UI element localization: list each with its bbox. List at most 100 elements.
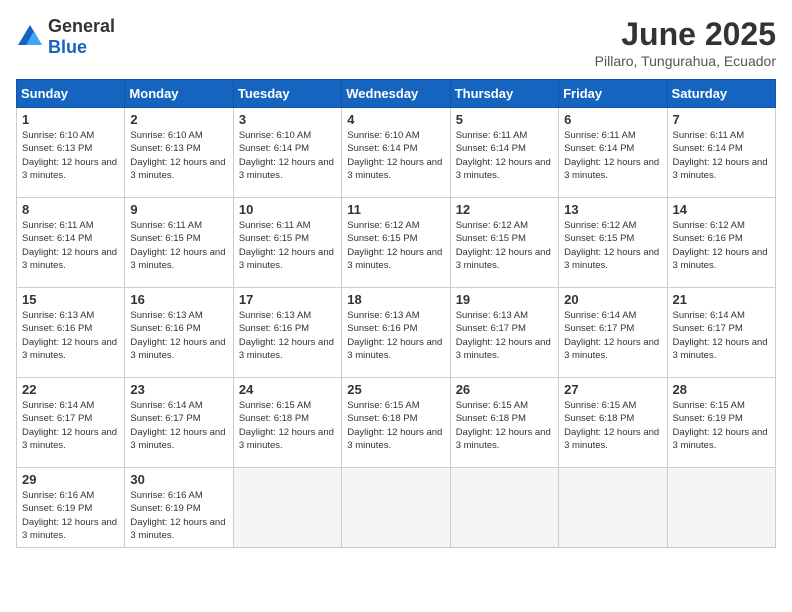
day-number: 17: [239, 292, 336, 307]
day-number: 22: [22, 382, 119, 397]
day-number: 15: [22, 292, 119, 307]
header-thursday: Thursday: [450, 80, 558, 108]
day-info: Sunrise: 6:14 AM Sunset: 6:17 PM Dayligh…: [22, 399, 119, 452]
table-row: 22 Sunrise: 6:14 AM Sunset: 6:17 PM Dayl…: [17, 378, 125, 468]
day-number: 10: [239, 202, 336, 217]
day-info: Sunrise: 6:11 AM Sunset: 6:14 PM Dayligh…: [673, 129, 770, 182]
day-info: Sunrise: 6:11 AM Sunset: 6:14 PM Dayligh…: [564, 129, 661, 182]
logo: General Blue: [16, 16, 115, 58]
day-number: 23: [130, 382, 227, 397]
calendar-table: Sunday Monday Tuesday Wednesday Thursday…: [16, 79, 776, 548]
table-row: 12 Sunrise: 6:12 AM Sunset: 6:15 PM Dayl…: [450, 198, 558, 288]
table-row: 20 Sunrise: 6:14 AM Sunset: 6:17 PM Dayl…: [559, 288, 667, 378]
day-number: 20: [564, 292, 661, 307]
table-row: 15 Sunrise: 6:13 AM Sunset: 6:16 PM Dayl…: [17, 288, 125, 378]
header-sunday: Sunday: [17, 80, 125, 108]
day-number: 3: [239, 112, 336, 127]
table-row: 2 Sunrise: 6:10 AM Sunset: 6:13 PM Dayli…: [125, 108, 233, 198]
table-row: 1 Sunrise: 6:10 AM Sunset: 6:13 PM Dayli…: [17, 108, 125, 198]
header-wednesday: Wednesday: [342, 80, 450, 108]
day-info: Sunrise: 6:14 AM Sunset: 6:17 PM Dayligh…: [564, 309, 661, 362]
table-row: 18 Sunrise: 6:13 AM Sunset: 6:16 PM Dayl…: [342, 288, 450, 378]
day-info: Sunrise: 6:12 AM Sunset: 6:16 PM Dayligh…: [673, 219, 770, 272]
day-info: Sunrise: 6:13 AM Sunset: 6:16 PM Dayligh…: [22, 309, 119, 362]
day-info: Sunrise: 6:12 AM Sunset: 6:15 PM Dayligh…: [347, 219, 444, 272]
table-row: 29 Sunrise: 6:16 AM Sunset: 6:19 PM Dayl…: [17, 468, 125, 548]
header-tuesday: Tuesday: [233, 80, 341, 108]
day-info: Sunrise: 6:13 AM Sunset: 6:16 PM Dayligh…: [239, 309, 336, 362]
day-info: Sunrise: 6:11 AM Sunset: 6:15 PM Dayligh…: [239, 219, 336, 272]
day-info: Sunrise: 6:12 AM Sunset: 6:15 PM Dayligh…: [564, 219, 661, 272]
table-row: 9 Sunrise: 6:11 AM Sunset: 6:15 PM Dayli…: [125, 198, 233, 288]
table-row: 25 Sunrise: 6:15 AM Sunset: 6:18 PM Dayl…: [342, 378, 450, 468]
table-row: 27 Sunrise: 6:15 AM Sunset: 6:18 PM Dayl…: [559, 378, 667, 468]
day-info: Sunrise: 6:10 AM Sunset: 6:13 PM Dayligh…: [130, 129, 227, 182]
day-number: 30: [130, 472, 227, 487]
day-number: 11: [347, 202, 444, 217]
table-row: [342, 468, 450, 548]
day-info: Sunrise: 6:12 AM Sunset: 6:15 PM Dayligh…: [456, 219, 553, 272]
table-row: 26 Sunrise: 6:15 AM Sunset: 6:18 PM Dayl…: [450, 378, 558, 468]
table-row: 24 Sunrise: 6:15 AM Sunset: 6:18 PM Dayl…: [233, 378, 341, 468]
day-number: 1: [22, 112, 119, 127]
page-header: General Blue June 2025 Pillaro, Tungurah…: [16, 16, 776, 69]
day-number: 16: [130, 292, 227, 307]
table-row: [450, 468, 558, 548]
location: Pillaro, Tungurahua, Ecuador: [595, 53, 776, 69]
day-number: 26: [456, 382, 553, 397]
table-row: 14 Sunrise: 6:12 AM Sunset: 6:16 PM Dayl…: [667, 198, 775, 288]
calendar-row: 1 Sunrise: 6:10 AM Sunset: 6:13 PM Dayli…: [17, 108, 776, 198]
day-number: 12: [456, 202, 553, 217]
day-info: Sunrise: 6:13 AM Sunset: 6:17 PM Dayligh…: [456, 309, 553, 362]
day-info: Sunrise: 6:10 AM Sunset: 6:13 PM Dayligh…: [22, 129, 119, 182]
logo-icon: [16, 23, 44, 51]
calendar-row: 8 Sunrise: 6:11 AM Sunset: 6:14 PM Dayli…: [17, 198, 776, 288]
day-number: 28: [673, 382, 770, 397]
day-number: 19: [456, 292, 553, 307]
day-number: 18: [347, 292, 444, 307]
table-row: 8 Sunrise: 6:11 AM Sunset: 6:14 PM Dayli…: [17, 198, 125, 288]
day-info: Sunrise: 6:11 AM Sunset: 6:14 PM Dayligh…: [22, 219, 119, 272]
header-friday: Friday: [559, 80, 667, 108]
day-info: Sunrise: 6:14 AM Sunset: 6:17 PM Dayligh…: [673, 309, 770, 362]
table-row: [667, 468, 775, 548]
day-number: 21: [673, 292, 770, 307]
day-info: Sunrise: 6:13 AM Sunset: 6:16 PM Dayligh…: [347, 309, 444, 362]
day-info: Sunrise: 6:15 AM Sunset: 6:19 PM Dayligh…: [673, 399, 770, 452]
day-info: Sunrise: 6:10 AM Sunset: 6:14 PM Dayligh…: [347, 129, 444, 182]
day-info: Sunrise: 6:13 AM Sunset: 6:16 PM Dayligh…: [130, 309, 227, 362]
table-row: 16 Sunrise: 6:13 AM Sunset: 6:16 PM Dayl…: [125, 288, 233, 378]
table-row: 7 Sunrise: 6:11 AM Sunset: 6:14 PM Dayli…: [667, 108, 775, 198]
title-block: June 2025 Pillaro, Tungurahua, Ecuador: [595, 16, 776, 69]
day-number: 13: [564, 202, 661, 217]
day-info: Sunrise: 6:11 AM Sunset: 6:15 PM Dayligh…: [130, 219, 227, 272]
header-saturday: Saturday: [667, 80, 775, 108]
day-number: 8: [22, 202, 119, 217]
day-info: Sunrise: 6:10 AM Sunset: 6:14 PM Dayligh…: [239, 129, 336, 182]
day-number: 4: [347, 112, 444, 127]
day-info: Sunrise: 6:15 AM Sunset: 6:18 PM Dayligh…: [564, 399, 661, 452]
table-row: 17 Sunrise: 6:13 AM Sunset: 6:16 PM Dayl…: [233, 288, 341, 378]
table-row: 19 Sunrise: 6:13 AM Sunset: 6:17 PM Dayl…: [450, 288, 558, 378]
table-row: 11 Sunrise: 6:12 AM Sunset: 6:15 PM Dayl…: [342, 198, 450, 288]
day-info: Sunrise: 6:16 AM Sunset: 6:19 PM Dayligh…: [130, 489, 227, 542]
day-number: 6: [564, 112, 661, 127]
table-row: [233, 468, 341, 548]
table-row: 21 Sunrise: 6:14 AM Sunset: 6:17 PM Dayl…: [667, 288, 775, 378]
day-info: Sunrise: 6:15 AM Sunset: 6:18 PM Dayligh…: [456, 399, 553, 452]
day-number: 2: [130, 112, 227, 127]
day-number: 24: [239, 382, 336, 397]
table-row: 6 Sunrise: 6:11 AM Sunset: 6:14 PM Dayli…: [559, 108, 667, 198]
table-row: 3 Sunrise: 6:10 AM Sunset: 6:14 PM Dayli…: [233, 108, 341, 198]
day-number: 27: [564, 382, 661, 397]
table-row: 4 Sunrise: 6:10 AM Sunset: 6:14 PM Dayli…: [342, 108, 450, 198]
logo-blue: Blue: [48, 37, 87, 57]
calendar-row: 15 Sunrise: 6:13 AM Sunset: 6:16 PM Dayl…: [17, 288, 776, 378]
day-number: 25: [347, 382, 444, 397]
day-number: 14: [673, 202, 770, 217]
day-number: 9: [130, 202, 227, 217]
table-row: 30 Sunrise: 6:16 AM Sunset: 6:19 PM Dayl…: [125, 468, 233, 548]
calendar-row: 22 Sunrise: 6:14 AM Sunset: 6:17 PM Dayl…: [17, 378, 776, 468]
table-row: [559, 468, 667, 548]
calendar-row: 29 Sunrise: 6:16 AM Sunset: 6:19 PM Dayl…: [17, 468, 776, 548]
